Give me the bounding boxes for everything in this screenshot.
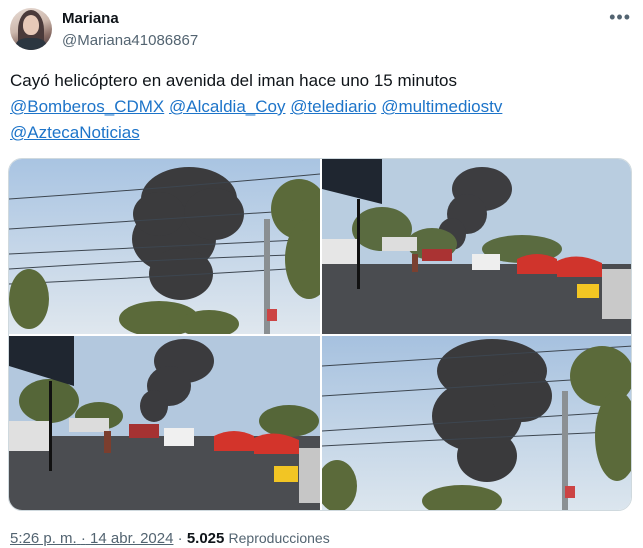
photo-street-stalls-icon: [322, 159, 631, 334]
separator: ·: [177, 530, 183, 547]
photo-4[interactable]: [322, 336, 631, 510]
photo-3[interactable]: [9, 336, 320, 510]
mention-link[interactable]: @telediario: [290, 97, 376, 116]
date-text: 14 abr. 2024: [90, 530, 174, 547]
tweet-meta: 5:26 p. m. · 14 abr. 2024 · 5.025 Reprod…: [10, 530, 330, 547]
tweet-mentions: @Bomberos_CDMX @Alcaldia_Coy @telediario…: [10, 94, 625, 120]
photo-smoke-wires-icon: [322, 336, 631, 510]
mention-link[interactable]: @Bomberos_CDMX: [10, 97, 164, 116]
mention-link[interactable]: @multimediostv: [381, 97, 502, 116]
mention-link[interactable]: @AztecaNoticias: [10, 123, 140, 142]
photo-street-stalls-wide-icon: [9, 336, 320, 510]
tweet-mentions-line2: @AztecaNoticias: [10, 120, 625, 146]
avatar[interactable]: [10, 8, 52, 50]
time-text: 5:26 p. m.: [10, 530, 77, 547]
photo-2[interactable]: [322, 159, 631, 334]
photo-smoke-closeup-icon: [9, 159, 320, 334]
more-dots-icon[interactable]: •••: [609, 8, 631, 26]
media-grid: [8, 158, 632, 511]
mention-link[interactable]: @Alcaldia_Coy: [169, 97, 285, 116]
tweet-text: Cayó helicóptero en avenida del iman hac…: [10, 68, 625, 146]
tweet-timestamp[interactable]: 5:26 p. m. · 14 abr. 2024: [10, 530, 173, 547]
views-label: Reproducciones: [228, 530, 330, 546]
separator: ·: [80, 530, 86, 547]
views-count: 5.025: [186, 530, 225, 547]
tweet-body: Cayó helicóptero en avenida del iman hac…: [10, 71, 458, 90]
author-name[interactable]: Mariana: [62, 10, 119, 27]
photo-1[interactable]: [9, 159, 320, 334]
author-handle[interactable]: @Mariana41086867: [62, 32, 198, 49]
